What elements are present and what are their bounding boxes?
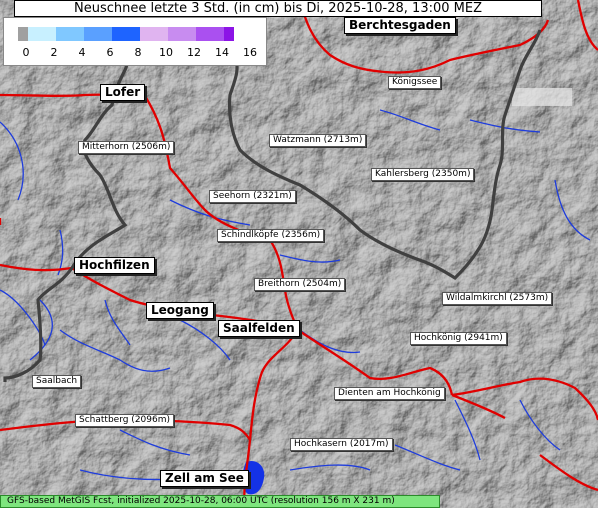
- snow-legend: 0 2 4 6 8 10 12 14 16: [3, 17, 267, 66]
- legend-swatch: [140, 27, 168, 41]
- legend-tick-label: 16: [243, 46, 257, 59]
- place-label-zell-am-see: Zell am See: [160, 470, 249, 487]
- map-title: Neuschnee letzte 3 Std. (in cm) bis Di, …: [14, 0, 542, 17]
- place-label-saalfelden: Saalfelden: [218, 320, 300, 337]
- place-label-leogang: Leogang: [146, 302, 214, 319]
- legend-swatch: [112, 27, 140, 41]
- place-label-schattberg: Schattberg (2096m): [75, 414, 174, 427]
- forecast-footer: GFS-based MetGIS Fcst, initialized 2025-…: [0, 495, 440, 508]
- place-label-hochfilzen: Hochfilzen: [74, 257, 155, 274]
- legend-swatch: [196, 27, 224, 41]
- legend-tick-label: 14: [215, 46, 229, 59]
- legend-tick-label: 12: [187, 46, 201, 59]
- legend-swatch: [224, 27, 234, 41]
- legend-swatch: [18, 27, 28, 41]
- legend-tick-label: 0: [22, 46, 30, 59]
- place-label-kahlersberg: Kahlersberg (2350m): [371, 168, 475, 181]
- place-label-koenigssee: Königssee: [388, 76, 442, 89]
- place-label-breithorn: Breithorn (2504m): [254, 278, 346, 291]
- legend-swatch: [168, 27, 196, 41]
- legend-swatch: [84, 27, 112, 41]
- place-label-dienten: Dienten am Hochkönig: [334, 387, 445, 400]
- legend-swatch: [28, 27, 56, 41]
- place-label-berchtesgaden: Berchtesgaden: [344, 17, 456, 34]
- place-label-hochkasern: Hochkasern (2017m): [290, 438, 393, 451]
- place-label-wildalmkirchl: Wildalmkirchl (2573m): [442, 292, 553, 305]
- legend-color-scale: [18, 27, 234, 41]
- place-label-watzmann: Watzmann (2713m): [269, 134, 367, 147]
- legend-tick-label: 2: [50, 46, 58, 59]
- legend-swatch: [56, 27, 84, 41]
- terrain-map: [0, 0, 598, 508]
- place-label-mitterhorn: Mitterhorn (2506m): [78, 141, 175, 154]
- place-label-hochkoenig: Hochkönig (2941m): [410, 332, 507, 345]
- legend-tick-label: 4: [78, 46, 86, 59]
- place-label-saalbach: Saalbach: [32, 375, 82, 388]
- place-label-lofer: Lofer: [100, 84, 146, 101]
- legend-tick-label: 8: [134, 46, 142, 59]
- legend-tick-label: 10: [159, 46, 173, 59]
- legend-tick-label: 6: [106, 46, 114, 59]
- place-label-seehorn: Seehorn (2321m): [209, 190, 296, 203]
- place-label-schindlkoepfe: Schindlköpfe (2356m): [217, 229, 325, 242]
- snow-patch: [512, 88, 572, 106]
